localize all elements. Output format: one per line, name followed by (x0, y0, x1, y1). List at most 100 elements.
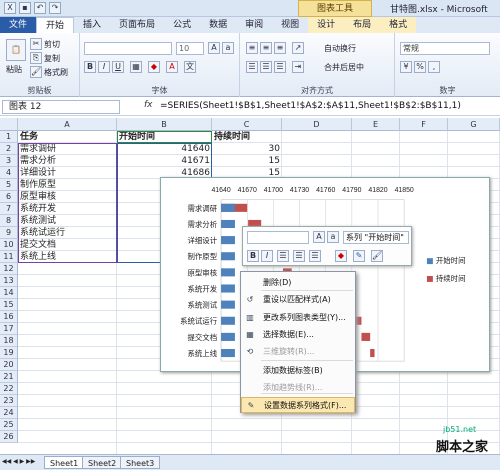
tab-9[interactable]: 布局 (344, 17, 381, 33)
tab-5[interactable]: 数据 (200, 17, 236, 33)
sheet-tab-sheet2[interactable]: Sheet2 (82, 456, 123, 469)
row-header-10[interactable]: 10 (0, 239, 18, 251)
mini-font-combo[interactable] (247, 231, 309, 244)
tab-8[interactable]: 设计 (308, 17, 345, 33)
align-left-icon[interactable]: ☰ (246, 61, 258, 73)
indent-icon[interactable]: ⇥ (292, 61, 304, 73)
paste-icon[interactable]: 📋 (6, 39, 26, 61)
align-top-icon[interactable]: ≡ (246, 42, 258, 54)
paste-button[interactable]: 粘贴 (6, 64, 22, 75)
column-header-C[interactable]: C (212, 118, 282, 131)
align-center-icon[interactable]: ☰ (260, 61, 272, 73)
tab-2[interactable]: 插入 (74, 17, 110, 33)
row-header-5[interactable]: 5 (0, 179, 18, 191)
tab-3[interactable]: 页面布局 (110, 17, 164, 33)
row-header-23[interactable]: 23 (0, 395, 18, 407)
menu-item-3[interactable]: 选择数据(E)... ▦ (241, 327, 355, 343)
column-header-D[interactable]: D (282, 118, 352, 131)
menu-item-5[interactable]: 添加数据标签(B) (241, 363, 355, 379)
bar-duration[interactable] (370, 349, 375, 358)
row-header-22[interactable]: 22 (0, 383, 18, 395)
bar-start-visible[interactable] (221, 219, 235, 229)
grow-font-icon[interactable]: A (208, 42, 220, 54)
column-header-A[interactable]: A (18, 118, 117, 131)
row-header-25[interactable]: 25 (0, 419, 18, 431)
menu-item-1[interactable]: 重设以匹配样式(A) ↺ (241, 292, 355, 308)
name-box[interactable]: 图表 12 (2, 100, 120, 114)
mini-shrink-font-icon[interactable]: a (327, 231, 339, 243)
border-icon[interactable]: ▦ (130, 61, 142, 73)
sheet-tab-sheet1[interactable]: Sheet1 (44, 456, 85, 469)
bar-start-visible[interactable] (221, 316, 235, 325)
row-header-1[interactable]: 1 (0, 131, 18, 143)
row-header-19[interactable]: 19 (0, 347, 18, 359)
bar-start-visible[interactable] (221, 300, 235, 309)
row-header-7[interactable]: 7 (0, 203, 18, 215)
currency-icon[interactable]: ¥ (400, 61, 412, 73)
menu-item-4[interactable]: 三维旋转(R)... ⟲ (241, 344, 355, 360)
excel-logo-icon[interactable]: X (4, 2, 16, 14)
menu-item-2[interactable]: 更改系列图表类型(Y)... ▥ (241, 310, 355, 326)
italic-button[interactable]: I (98, 61, 110, 73)
underline-button[interactable]: U (112, 61, 124, 73)
tab-10[interactable]: 格式 (380, 17, 417, 33)
mini-grow-font-icon[interactable]: A (313, 231, 325, 243)
row-header-20[interactable]: 20 (0, 359, 18, 371)
bar-start-visible[interactable] (221, 203, 235, 212)
copy-button[interactable]: 复制 (44, 53, 60, 64)
row-header-14[interactable]: 14 (0, 287, 18, 299)
undo-icon[interactable]: ↶ (34, 2, 46, 14)
bar-start-visible[interactable] (221, 236, 235, 245)
shrink-font-icon[interactable]: a (222, 42, 234, 54)
column-header-B[interactable]: B (117, 118, 212, 131)
fill-color-icon[interactable]: ◆ (148, 61, 160, 73)
bar-start-visible[interactable] (221, 349, 235, 358)
bar-start-visible[interactable] (221, 268, 235, 277)
column-header-F[interactable]: F (400, 118, 448, 131)
row-header-17[interactable]: 17 (0, 323, 18, 335)
comma-icon[interactable]: , (428, 61, 440, 73)
mini-align-center-icon[interactable]: ☰ (277, 250, 289, 262)
number-format-combo[interactable]: 常规 (400, 42, 490, 55)
mini-bold-button[interactable]: B (247, 250, 259, 262)
copy-icon[interactable]: ⎘ (30, 52, 42, 64)
row-header-15[interactable]: 15 (0, 299, 18, 311)
row-header-21[interactable]: 21 (0, 371, 18, 383)
tab-0[interactable]: 文件 (0, 17, 37, 33)
percent-icon[interactable]: % (414, 61, 426, 73)
bar-start-visible[interactable] (221, 252, 235, 261)
tab-7[interactable]: 视图 (272, 17, 308, 33)
format-painter-button[interactable]: 格式刷 (44, 67, 68, 78)
column-header-G[interactable]: G (448, 118, 500, 131)
bold-button[interactable]: B (84, 61, 96, 73)
formula-input[interactable]: =SERIES(Sheet1!$B$1,Sheet1!$A$2:$A$11,Sh… (160, 101, 461, 111)
row-header-8[interactable]: 8 (0, 215, 18, 227)
cell-C3[interactable]: 15 (214, 155, 280, 167)
row-header-13[interactable]: 13 (0, 275, 18, 287)
mini-align-left-icon[interactable]: ☰ (293, 250, 305, 262)
tab-4[interactable]: 公式 (164, 17, 200, 33)
font-size-combo[interactable]: 10 (176, 42, 204, 55)
align-bottom-icon[interactable]: ≡ (274, 42, 286, 54)
series-select-combo[interactable]: 系列 "开始时间" (343, 231, 409, 244)
mini-align-right-icon[interactable]: ☰ (309, 250, 321, 262)
bar-duration[interactable] (361, 332, 371, 341)
legend-label[interactable]: 持续时间 (436, 273, 466, 283)
row-header-24[interactable]: 24 (0, 407, 18, 419)
row-header-3[interactable]: 3 (0, 155, 18, 167)
row-header-9[interactable]: 9 (0, 227, 18, 239)
save-icon[interactable]: ▪ (19, 2, 31, 14)
legend-label[interactable]: 开始时间 (436, 255, 466, 265)
bar-start-visible[interactable] (221, 332, 235, 341)
mini-italic-button[interactable]: I (261, 250, 273, 262)
select-all-corner[interactable] (0, 118, 18, 131)
row-header-12[interactable]: 12 (0, 263, 18, 275)
cut-icon[interactable]: ✂ (30, 38, 42, 50)
phonetic-icon[interactable]: 文 (184, 61, 196, 73)
sheet-tab-sheet3[interactable]: Sheet3 (120, 456, 161, 469)
menu-item-7[interactable]: 设置数据系列格式(F)... ✎ (241, 397, 355, 413)
mini-format-painter-icon[interactable]: 🖌 (371, 250, 383, 262)
mini-fill-color-icon[interactable]: ◆ (335, 250, 347, 262)
font-color-icon[interactable]: A (166, 61, 178, 73)
bar-start-visible[interactable] (221, 284, 235, 293)
